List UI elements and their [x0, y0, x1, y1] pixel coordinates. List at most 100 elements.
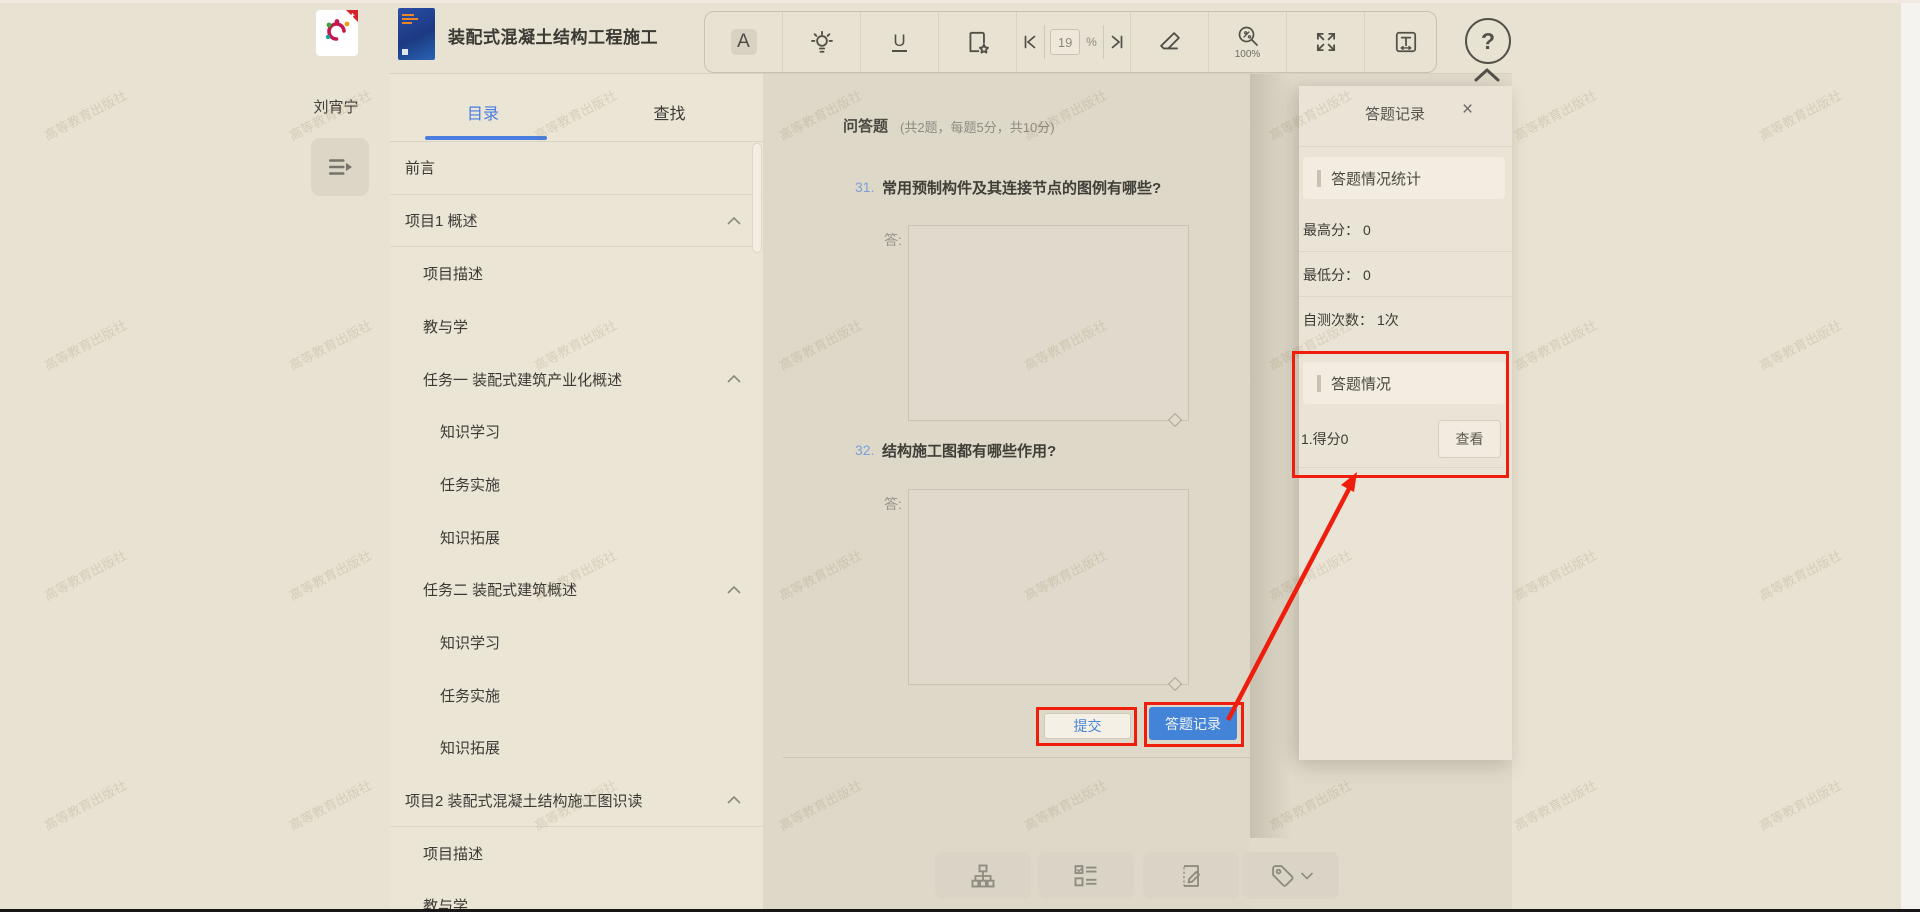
- scrollbar-track[interactable]: [1901, 0, 1920, 912]
- watermark-text: 高等教育出版社: [23, 766, 147, 844]
- toc-item-teach-learn-2[interactable]: 教与学: [390, 880, 763, 912]
- toc-item-project-desc-2[interactable]: 项目描述: [390, 827, 763, 880]
- toc-item-project-desc[interactable]: 项目描述: [390, 247, 763, 300]
- answer-status-section-header: 答题情况: [1303, 362, 1505, 404]
- page-percent-value[interactable]: 19: [1050, 29, 1080, 55]
- question-text: 结构施工图都有哪些作用?: [882, 440, 1056, 461]
- watermark-text: 高等教育出版社: [268, 306, 392, 384]
- toc-item-task1[interactable]: 任务一 装配式建筑产业化概述: [390, 353, 763, 406]
- view-button[interactable]: 查看: [1438, 420, 1501, 458]
- submit-button[interactable]: 提交: [1044, 713, 1131, 739]
- drawer-divider: [1299, 146, 1512, 147]
- bookmark-star-icon: [965, 29, 991, 55]
- fullscreen-button[interactable]: [1287, 12, 1365, 72]
- sidebar-toggle-button[interactable]: [311, 138, 369, 196]
- stat-row-min-score: 最低分：0: [1303, 265, 1371, 285]
- go-first-button[interactable]: [1017, 25, 1044, 59]
- go-last-button[interactable]: [1104, 25, 1131, 59]
- section-marker-bar: [1317, 170, 1321, 187]
- drawer-divider: [1299, 296, 1512, 297]
- reader-toolbar: A U: [704, 11, 1437, 73]
- watermark-text: 高等教育出版社: [268, 536, 392, 614]
- tab-search[interactable]: 查找: [576, 100, 763, 124]
- notes-button[interactable]: [1143, 852, 1239, 899]
- book-title: 装配式混凝土结构工程施工: [448, 23, 658, 48]
- percent-sign: %: [1086, 35, 1097, 49]
- watermark-text: 高等教育出版社: [1738, 306, 1862, 384]
- chevron-up-icon: [727, 796, 741, 804]
- watermark-text: 高等教育出版社: [23, 76, 147, 154]
- zoom-level-label: 100%: [1235, 49, 1261, 60]
- drawer-divider: [1299, 467, 1505, 468]
- stat-row-max-score: 最高分：0: [1303, 220, 1371, 240]
- toc-item-knowledge-expand[interactable]: 知识拓展: [390, 511, 763, 564]
- header-divider: [390, 73, 1512, 74]
- bookmark-button[interactable]: [939, 12, 1017, 72]
- window-top-edge: [0, 0, 1920, 3]
- tag-icon: [1269, 862, 1297, 890]
- watermark-text: 高等教育出版社: [1738, 76, 1862, 154]
- toc-scrollbar[interactable]: [752, 143, 762, 253]
- tab-catalog[interactable]: 目录: [390, 100, 576, 124]
- expand-arrows-icon: [1313, 29, 1339, 55]
- toc-item-knowledge-study[interactable]: 知识学习: [390, 405, 763, 458]
- answer-label: 答:: [884, 230, 902, 250]
- labels-button[interactable]: [1243, 852, 1339, 899]
- checklist-icon: [1072, 862, 1100, 890]
- brightness-button[interactable]: [783, 12, 861, 72]
- help-button[interactable]: ?: [1465, 18, 1511, 64]
- page-percent-field[interactable]: 19 %: [1044, 25, 1104, 59]
- ebook-reader-app: 刘宵宁 装配式混凝土结构工程施工 A: [0, 0, 1920, 912]
- content-divider: [783, 757, 1250, 758]
- chevron-down-icon: [1301, 872, 1313, 880]
- zoom-percent-button[interactable]: 100%: [1209, 12, 1287, 72]
- user-name: 刘宵宁: [296, 96, 376, 117]
- toc-item-task-implement-2[interactable]: 任务实施: [390, 669, 763, 722]
- active-tab-underline: [425, 136, 547, 140]
- toc-item-knowledge-expand-2[interactable]: 知识拓展: [390, 722, 763, 775]
- collapse-toolbar-button[interactable]: [1472, 66, 1502, 84]
- watermark-text: 高等教育出版社: [268, 766, 392, 844]
- answer-textarea-1[interactable]: [908, 225, 1189, 421]
- answer-textarea-2[interactable]: [908, 489, 1189, 685]
- toc-item-task2[interactable]: 任务二 装配式建筑概述: [390, 564, 763, 617]
- toc-item-teach-learn[interactable]: 教与学: [390, 300, 763, 353]
- chevron-up-icon: [727, 217, 741, 225]
- mindmap-button[interactable]: [935, 852, 1031, 899]
- drawer-title: 答题记录: [1340, 103, 1450, 124]
- toc-item-task-implement[interactable]: 任务实施: [390, 458, 763, 511]
- answer-record-button[interactable]: 答题记录: [1149, 707, 1237, 740]
- toc-item-project2[interactable]: 项目2 装配式混凝土结构施工图识读: [390, 774, 763, 827]
- underline-button[interactable]: U: [861, 12, 939, 72]
- menu-arrow-icon: [326, 154, 354, 180]
- record-score-text: 1.得分0: [1301, 429, 1348, 449]
- quiz-section-title: 问答题: [843, 115, 888, 136]
- lightbulb-icon: [809, 29, 835, 55]
- answer-label: 答:: [884, 494, 902, 514]
- toc-item-preface[interactable]: 前言: [390, 142, 763, 195]
- page-progress-control: 19 %: [1017, 12, 1131, 72]
- quiz-list-button[interactable]: [1038, 852, 1134, 899]
- quiz-section-meta: (共2题，每题5分，共10分): [900, 117, 1055, 136]
- eraser-button[interactable]: [1131, 12, 1209, 72]
- underline-icon: U: [892, 32, 906, 52]
- question-mark-icon: ?: [1481, 28, 1495, 55]
- watermark-text: 高等教育出版社: [23, 536, 147, 614]
- watermark-text: 高等教育出版社: [1738, 766, 1862, 844]
- toc-item-project1[interactable]: 项目1 概述: [390, 195, 763, 248]
- book-cover-thumbnail: [398, 8, 435, 60]
- sitemap-icon: [969, 862, 997, 890]
- toc-list: 前言 项目1 概述 项目描述 教与学 任务一 装配式建筑产业化概述 知识学习 任…: [390, 142, 763, 912]
- question-number: 31.: [855, 179, 874, 195]
- page-edge-shadow: [1250, 74, 1292, 838]
- stat-row-test-count: 自测次数：1次: [1303, 310, 1399, 330]
- eraser-icon: [1157, 29, 1183, 55]
- toc-item-knowledge-study-2[interactable]: 知识学习: [390, 616, 763, 669]
- publisher-logo: [316, 10, 358, 56]
- font-settings-button[interactable]: A: [705, 12, 783, 72]
- close-icon[interactable]: ×: [1462, 100, 1473, 119]
- watermark-text: 高等教育出版社: [23, 306, 147, 384]
- chevron-up-icon: [1472, 66, 1502, 84]
- chevron-up-icon: [727, 586, 741, 594]
- text-size-button[interactable]: [1365, 12, 1446, 72]
